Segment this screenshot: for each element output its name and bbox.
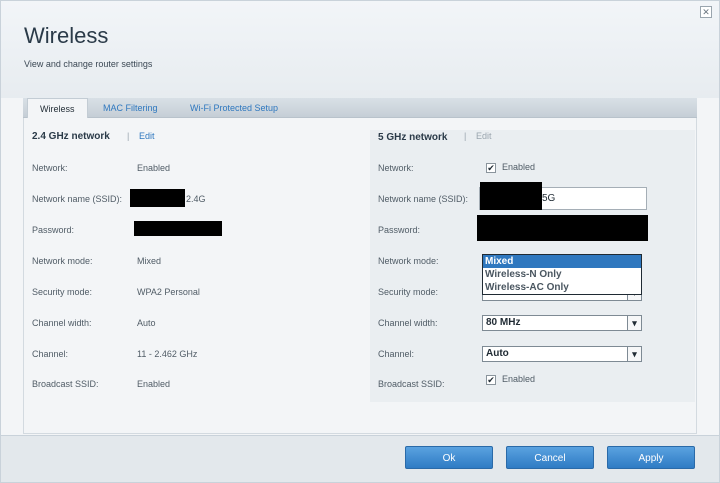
band-5-channel-label: Channel: <box>378 349 415 359</box>
chevron-down-icon: ▾ <box>627 347 641 361</box>
band-24-security-value: WPA2 Personal <box>137 287 200 297</box>
edit-separator: | <box>464 131 467 141</box>
band-24-width-label: Channel width: <box>32 318 92 328</box>
channel-width-select[interactable]: 80 MHz ▾ <box>482 315 642 331</box>
ssid-suffix: 5G <box>542 193 556 204</box>
dialog-header: ✕ Wireless View and change router settin… <box>1 1 719 98</box>
chevron-down-icon: ▾ <box>627 316 641 330</box>
edit-separator: | <box>127 131 130 141</box>
channel-select[interactable]: Auto ▾ <box>482 346 642 362</box>
tab-mac-filtering[interactable]: MAC Filtering <box>91 98 170 118</box>
band-24-security-label: Security mode: <box>32 287 93 297</box>
band-24-network-value: Enabled <box>137 163 171 173</box>
band-5-title: 5 GHz network <box>378 132 448 143</box>
band-5-ssid-label: Network name (SSID): <box>378 194 469 204</box>
network-mode-option[interactable]: Wireless-AC Only <box>483 281 641 294</box>
cancel-button[interactable]: Cancel <box>506 446 594 469</box>
band-24-mode-value: Mixed <box>137 256 162 266</box>
tab-wifi-protected-setup[interactable]: Wi-Fi Protected Setup <box>178 98 290 118</box>
band-24-password-label: Password: <box>32 225 75 235</box>
tab-bar: Wireless MAC Filtering Wi-Fi Protected S… <box>23 98 697 118</box>
network-mode-option[interactable]: Mixed <box>483 255 641 268</box>
redacted-password <box>134 221 222 236</box>
channel-value: Auto <box>486 348 509 359</box>
network-enabled-checkbox[interactable]: ✔ <box>486 163 496 173</box>
ok-button[interactable]: Ok <box>405 446 493 469</box>
network-mode-option[interactable]: Wireless-N Only <box>483 268 641 281</box>
wireless-dialog: ✕ Wireless View and change router settin… <box>0 0 720 483</box>
band-5-security-label: Security mode: <box>378 287 439 297</box>
band-24-channel-label: Channel: <box>32 349 69 359</box>
band-24-mode-label: Network mode: <box>32 256 93 266</box>
page-title: Wireless <box>24 23 109 48</box>
network-mode-dropdown[interactable]: Mixed Wireless-N Only Wireless-AC Only <box>482 254 642 295</box>
close-icon[interactable]: ✕ <box>700 6 712 18</box>
redacted-ssid <box>130 189 185 207</box>
band-24-broadcast-value: Enabled <box>137 379 171 389</box>
network-enabled-label: Enabled <box>502 162 536 172</box>
band-5-broadcast-label: Broadcast SSID: <box>378 379 445 389</box>
band-5-width-label: Channel width: <box>378 318 438 328</box>
band-24-width-value: Auto <box>137 318 156 328</box>
band-5-password-label: Password: <box>378 225 421 235</box>
broadcast-ssid-label: Enabled <box>502 374 536 384</box>
redacted-password <box>477 215 648 241</box>
band-24-title: 2.4 GHz network <box>32 131 110 142</box>
band-24-ssid-label: Network name (SSID): <box>32 194 123 204</box>
band-5-network-label: Network: <box>378 163 414 173</box>
broadcast-ssid-checkbox[interactable]: ✔ <box>486 375 496 385</box>
page-subtitle: View and change router settings <box>24 59 153 69</box>
band-5-edit-link[interactable]: Edit <box>476 131 492 141</box>
band-24-channel-value: 11 - 2.462 GHz <box>137 349 198 359</box>
tab-wireless[interactable]: Wireless <box>27 98 88 118</box>
redacted-ssid <box>480 182 542 210</box>
band-24-edit-link[interactable]: Edit <box>139 131 155 141</box>
band-24-ssid-suffix: 2.4G <box>186 194 206 204</box>
band-24-network-label: Network: <box>32 163 68 173</box>
apply-button[interactable]: Apply <box>607 446 695 469</box>
channel-width-value: 80 MHz <box>486 317 521 328</box>
band-24-broadcast-label: Broadcast SSID: <box>32 379 99 389</box>
band-5-mode-label: Network mode: <box>378 256 439 266</box>
